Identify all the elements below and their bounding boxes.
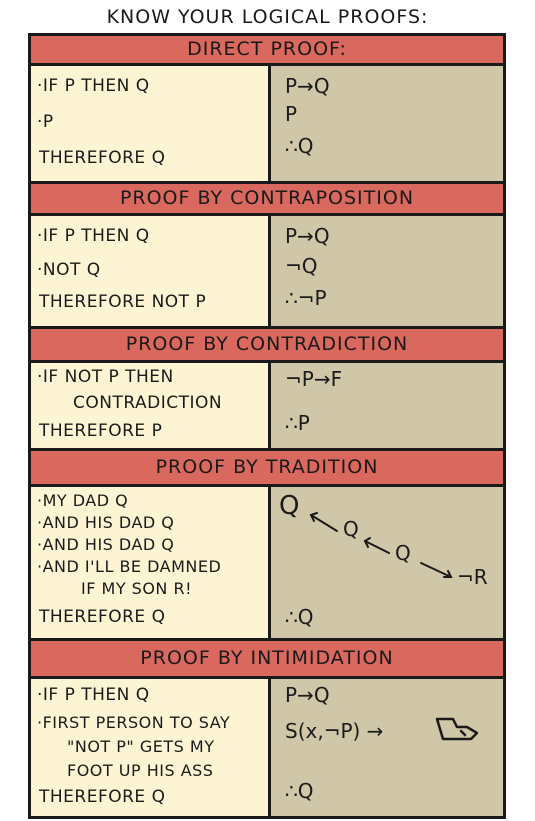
premise-line: ·If P then Q bbox=[37, 685, 150, 705]
symbol-line: ∴Q bbox=[285, 134, 314, 158]
premises-panel: ·My dad Q ·and his dad Q ·and his dad Q … bbox=[31, 487, 271, 638]
symbols-panel: P→Q P ∴Q bbox=[271, 66, 503, 181]
section-header-intimidation: Proof by intimidation bbox=[31, 641, 503, 679]
premise-line: ·If not P then bbox=[37, 367, 174, 387]
section-header-direct-proof: Direct proof: bbox=[31, 36, 503, 66]
section-header-contraposition: Proof by contraposition bbox=[31, 184, 503, 216]
premise-line: ·First person to say bbox=[37, 713, 231, 732]
symbols-panel: P→Q S(x,¬P) → ∴Q bbox=[271, 679, 503, 816]
section-contraposition: Proof by contraposition ·If P then Q ·No… bbox=[31, 184, 503, 326]
symbol-line: ∴P bbox=[285, 411, 310, 435]
symbol-line: ∴Q bbox=[285, 605, 314, 629]
section-contradiction: Proof by contradiction ·If not P then co… bbox=[31, 329, 503, 448]
section-header-contradiction: Proof by contradiction bbox=[31, 329, 503, 363]
premise-line: ·If P then Q bbox=[37, 226, 150, 246]
comic-title: Know your logical proofs: bbox=[106, 6, 429, 28]
premise-line: foot up his ass bbox=[67, 761, 214, 780]
conclusion-line: Therefore Q bbox=[39, 148, 166, 168]
symbol-line: ¬Q bbox=[285, 254, 318, 278]
conclusion-line: Therefore Q bbox=[39, 607, 166, 627]
conclusion-line: Therefore Q bbox=[39, 787, 166, 807]
boot-icon bbox=[435, 717, 479, 741]
symbols-panel: P→Q ¬Q ∴¬P bbox=[271, 216, 503, 326]
premise-line: ·My dad Q bbox=[37, 491, 129, 510]
premise-line: if my son R! bbox=[81, 579, 193, 598]
premise-line: "not P" gets my bbox=[67, 737, 215, 756]
symbol-line: ∴Q bbox=[285, 779, 314, 803]
symbols-panel: Q Q Q ¬R ∴Q bbox=[271, 487, 503, 638]
symbol-line: P→Q bbox=[285, 224, 330, 248]
symbol-line: P bbox=[285, 102, 298, 126]
symbols-panel: ¬P→F ∴P bbox=[271, 363, 503, 448]
symbol-line: P→Q bbox=[285, 74, 330, 98]
section-header-tradition: Proof by tradition bbox=[31, 451, 503, 487]
premise-line: ·and I'll be damned bbox=[37, 557, 222, 576]
conclusion-line: Therefore P bbox=[39, 421, 163, 441]
premise-line: ·and his dad Q bbox=[37, 535, 175, 554]
symbol-line: ¬P→F bbox=[285, 367, 343, 391]
premises-panel: ·If not P then contradiction Therefore P bbox=[31, 363, 271, 448]
premise-line: ·If P then Q bbox=[37, 76, 150, 96]
tradition-arrows bbox=[309, 512, 453, 578]
section-intimidation: Proof by intimidation ·If P then Q ·Firs… bbox=[31, 641, 503, 816]
symbol-line: P→Q bbox=[285, 683, 330, 707]
premise-line: contradiction bbox=[73, 393, 223, 413]
section-direct-proof: Direct proof: ·If P then Q ·P Therefore … bbox=[31, 36, 503, 181]
proofs-comic: Direct proof: ·If P then Q ·P Therefore … bbox=[28, 33, 506, 819]
premise-line: ·Not Q bbox=[37, 260, 101, 280]
premises-panel: ·If P then Q ·Not Q Therefore not P bbox=[31, 216, 271, 326]
symbol-line: S(x,¬P) → bbox=[285, 719, 384, 743]
premise-line: ·P bbox=[37, 112, 54, 132]
conclusion-line: Therefore not P bbox=[39, 292, 207, 312]
section-tradition: Proof by tradition ·My dad Q ·and his da… bbox=[31, 451, 503, 638]
symbol-line: ∴¬P bbox=[285, 286, 327, 310]
premises-panel: ·If P then Q ·First person to say "not P… bbox=[31, 679, 271, 816]
premises-panel: ·If P then Q ·P Therefore Q bbox=[31, 66, 271, 181]
premise-line: ·and his dad Q bbox=[37, 513, 175, 532]
